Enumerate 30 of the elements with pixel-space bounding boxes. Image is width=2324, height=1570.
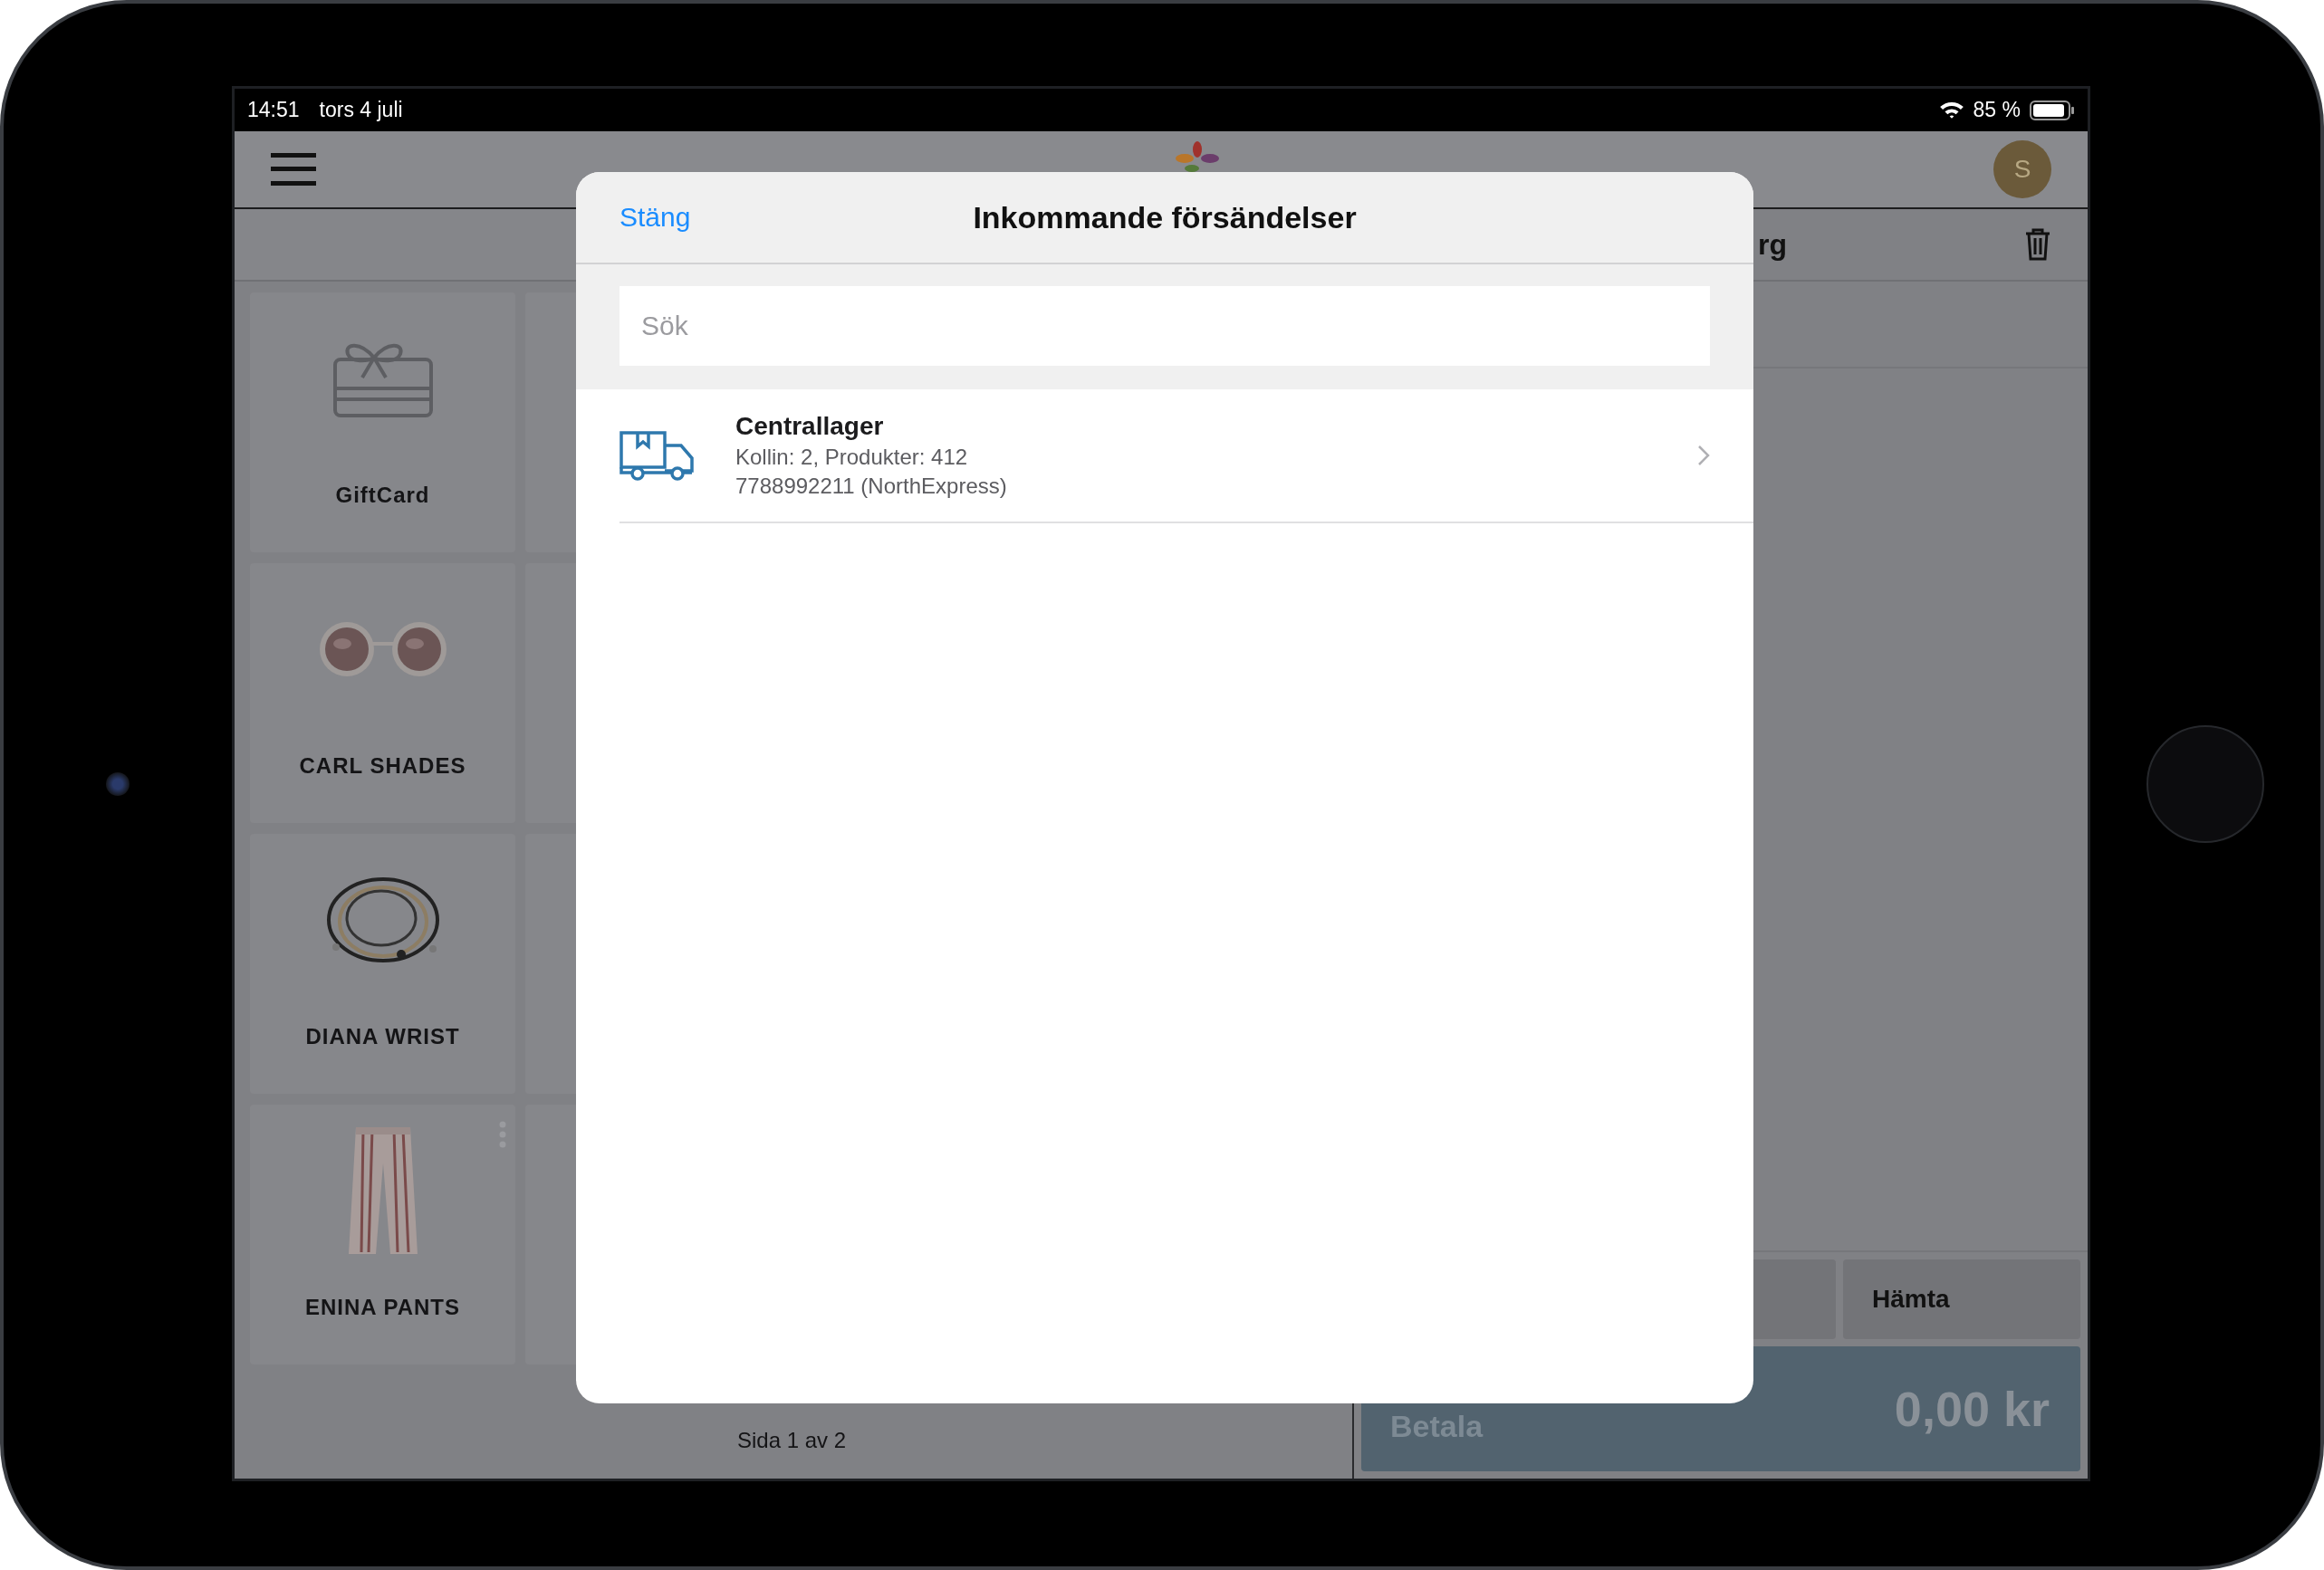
menu-icon[interactable] [271, 153, 316, 186]
product-tile[interactable]: GiftCard [250, 292, 515, 552]
shipment-summary: Kollin: 2, Produkter: 412 [735, 445, 969, 470]
shipment-title: Centrallager [735, 412, 885, 441]
product-name: DIANA WRIST [305, 1024, 460, 1049]
dialog-title: Inkommande försändelser [973, 199, 1357, 235]
status-date: tors 4 juli [319, 98, 403, 122]
product-name: GiftCard [335, 483, 430, 508]
truck-icon [619, 430, 696, 481]
close-link[interactable]: Stäng [619, 202, 691, 233]
user-avatar[interactable]: S [1993, 140, 2051, 198]
battery-percent: 85 % [1973, 98, 2021, 122]
status-time: 14:51 [247, 98, 300, 122]
search-field[interactable]: Sök [619, 286, 1710, 366]
shipment-row[interactable]: Centrallager Kollin: 2, Produkter: 412 7788992211 (NorthExpress) [619, 389, 1753, 523]
pay-total: 0,00 kr [1894, 1381, 2050, 1437]
camera-icon [106, 771, 130, 796]
wifi-icon [1938, 101, 1964, 120]
chevron-right-icon [1697, 445, 1710, 466]
tracking-number: 7788992211 (NorthExpress) [735, 474, 1008, 499]
trash-icon[interactable] [2024, 227, 2051, 262]
product-name: CARL SHADES [299, 753, 466, 779]
product-name: ENINA PANTS [305, 1295, 460, 1320]
page-indicator: Sida 1 av 2 [737, 1428, 848, 1453]
product-tile[interactable]: CARL SHADES [250, 563, 515, 823]
product-tile[interactable]: ENINA PANTS [250, 1105, 515, 1364]
fetch-button[interactable]: Hämta [1843, 1259, 2080, 1339]
cart-title: rg [1758, 227, 1787, 262]
battery-icon [2030, 100, 2075, 120]
product-tile[interactable]: DIANA WRIST [250, 834, 515, 1094]
